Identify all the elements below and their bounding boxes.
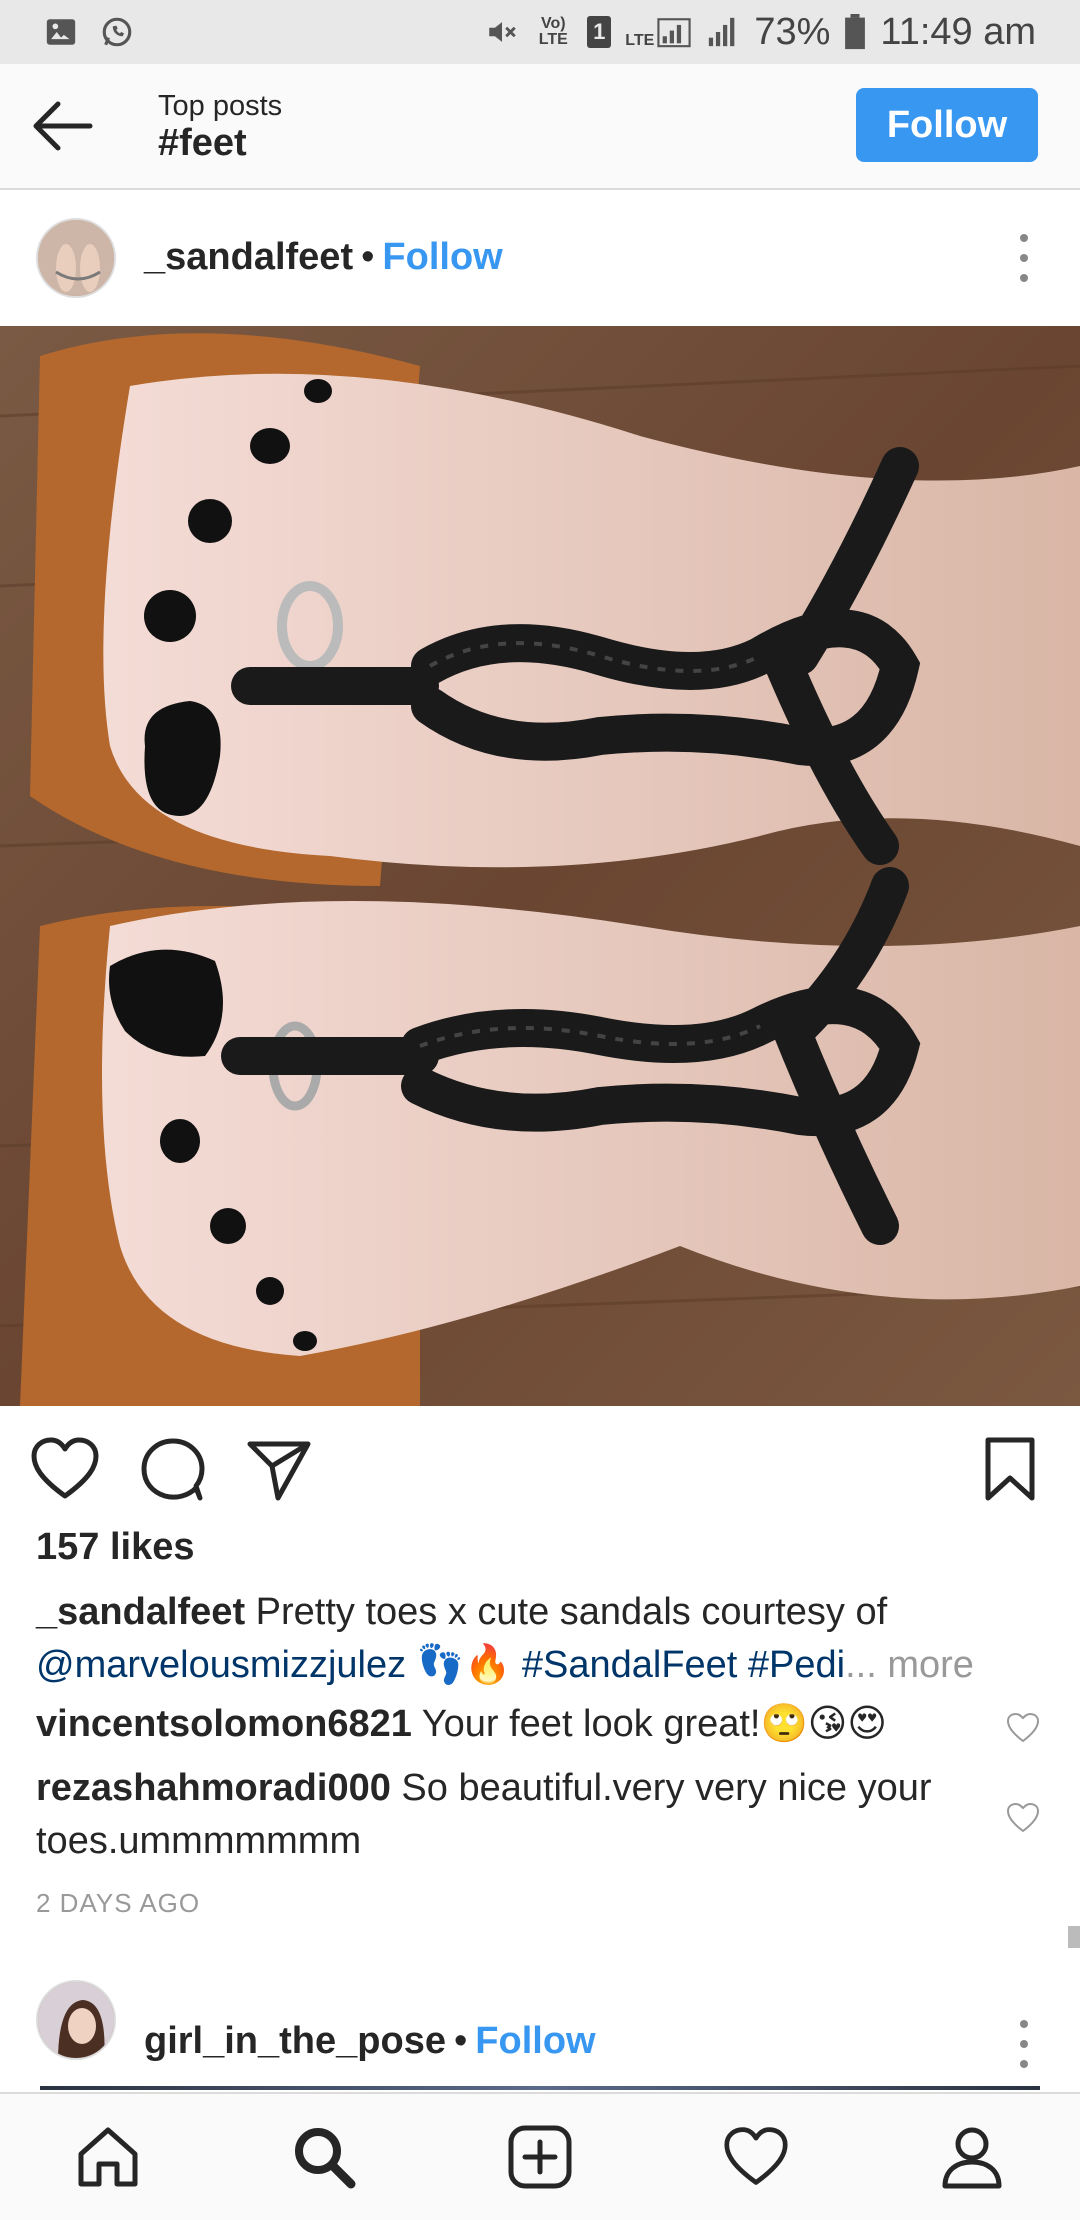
comment-text: Your feet look great!🙄😘😍	[411, 1703, 888, 1745]
bottom-navigation	[0, 2092, 1080, 2220]
next-post-author-row: girl_in_the_pose • Follow	[144, 2020, 596, 2063]
separator-dot: •	[453, 2020, 468, 2062]
home-icon	[78, 2127, 138, 2187]
profile-icon	[942, 2127, 1002, 2189]
mute-icon	[489, 22, 517, 42]
post-photo[interactable]	[0, 326, 1080, 1406]
more-options-icon[interactable]	[1018, 2020, 1030, 2068]
share-direct-icon[interactable]	[244, 1436, 314, 1502]
likes-count[interactable]: 157 likes	[36, 1526, 194, 1569]
back-arrow-icon[interactable]	[28, 94, 98, 158]
nav-search[interactable]	[284, 2117, 364, 2197]
status-bar: Vo) LTE 1 LTE 73% 11:49 am	[0, 0, 1080, 64]
volte-icon: Vo) LTE	[538, 15, 568, 48]
comment-row: rezashahmoradi000 So beautiful.very very…	[36, 1762, 996, 1868]
battery-percent: 73%	[754, 10, 831, 53]
add-post-icon	[508, 2125, 572, 2189]
comment-row: vincentsolomon6821 Your feet look great!…	[36, 1698, 996, 1751]
hashtag-title: #feet	[158, 122, 247, 164]
next-post-header: girl_in_the_pose • Follow	[0, 1958, 1080, 2088]
nav-profile[interactable]	[932, 2117, 1012, 2197]
separator-dot: •	[361, 236, 375, 278]
lte-signal-icon: LTE	[625, 15, 692, 49]
next-post-photo-edge	[40, 2086, 1040, 2090]
post-timestamp: 2 DAYS AGO	[36, 1888, 201, 1918]
activity-heart-icon	[724, 2127, 788, 2185]
next-post-username[interactable]: girl_in_the_pose	[144, 2020, 446, 2063]
clock: 11:49 am	[880, 10, 1036, 53]
caption-hashtags[interactable]: #SandalFeet #Pedi	[522, 1644, 845, 1686]
lte-bars-icon	[657, 18, 691, 48]
header-subtitle: Top posts	[158, 90, 283, 122]
comment-like-icon[interactable]	[1006, 1802, 1040, 1834]
signal-icon	[709, 17, 735, 47]
nav-home[interactable]	[68, 2117, 148, 2197]
comment-username[interactable]: rezashahmoradi000	[36, 1767, 391, 1809]
comment-username[interactable]: vincentsolomon6821	[36, 1703, 412, 1745]
more-options-icon[interactable]	[1018, 234, 1030, 282]
search-icon	[295, 2128, 356, 2189]
avatar[interactable]	[36, 218, 116, 298]
post-header: _sandalfeet • Follow	[0, 190, 1080, 326]
like-heart-icon[interactable]	[30, 1436, 100, 1502]
avatar[interactable]	[36, 1980, 116, 2060]
sim-1-icon: 1	[587, 16, 612, 48]
caption-text: Pretty toes x cute sandals courtesy of	[245, 1591, 888, 1633]
follow-hashtag-button[interactable]: Follow	[856, 88, 1038, 162]
feet-in-sandals-image	[0, 326, 1080, 1406]
post-author-row: _sandalfeet • Follow	[144, 236, 503, 279]
post-caption: _sandalfeet Pretty toes x cute sandals c…	[36, 1586, 1056, 1692]
caption-username[interactable]: _sandalfeet	[36, 1591, 245, 1633]
lte-label: LTE	[625, 32, 655, 49]
app-header: Top posts #feet Follow	[0, 64, 1080, 190]
post-actions	[0, 1406, 1080, 1526]
battery-icon	[845, 14, 866, 50]
whatsapp-icon	[102, 17, 132, 47]
scrollbar-thumb[interactable]	[1068, 1926, 1080, 1948]
bookmark-save-icon[interactable]	[980, 1436, 1040, 1502]
caption-more-link[interactable]: ... more	[845, 1644, 974, 1686]
follow-user-link[interactable]: Follow	[382, 236, 502, 279]
nav-new-post[interactable]	[500, 2117, 580, 2197]
nav-activity[interactable]	[716, 2117, 796, 2197]
post-username[interactable]: _sandalfeet	[144, 236, 353, 279]
caption-emojis: 👣🔥	[406, 1644, 522, 1686]
comment-like-icon[interactable]	[1006, 1712, 1040, 1744]
comment-bubble-icon[interactable]	[138, 1436, 208, 1502]
caption-mention[interactable]: @marvelousmizzjulez	[36, 1644, 406, 1686]
follow-user-link[interactable]: Follow	[475, 2020, 595, 2063]
image-icon	[46, 19, 76, 45]
avatar-image	[38, 220, 114, 296]
avatar-image	[38, 1982, 114, 2058]
